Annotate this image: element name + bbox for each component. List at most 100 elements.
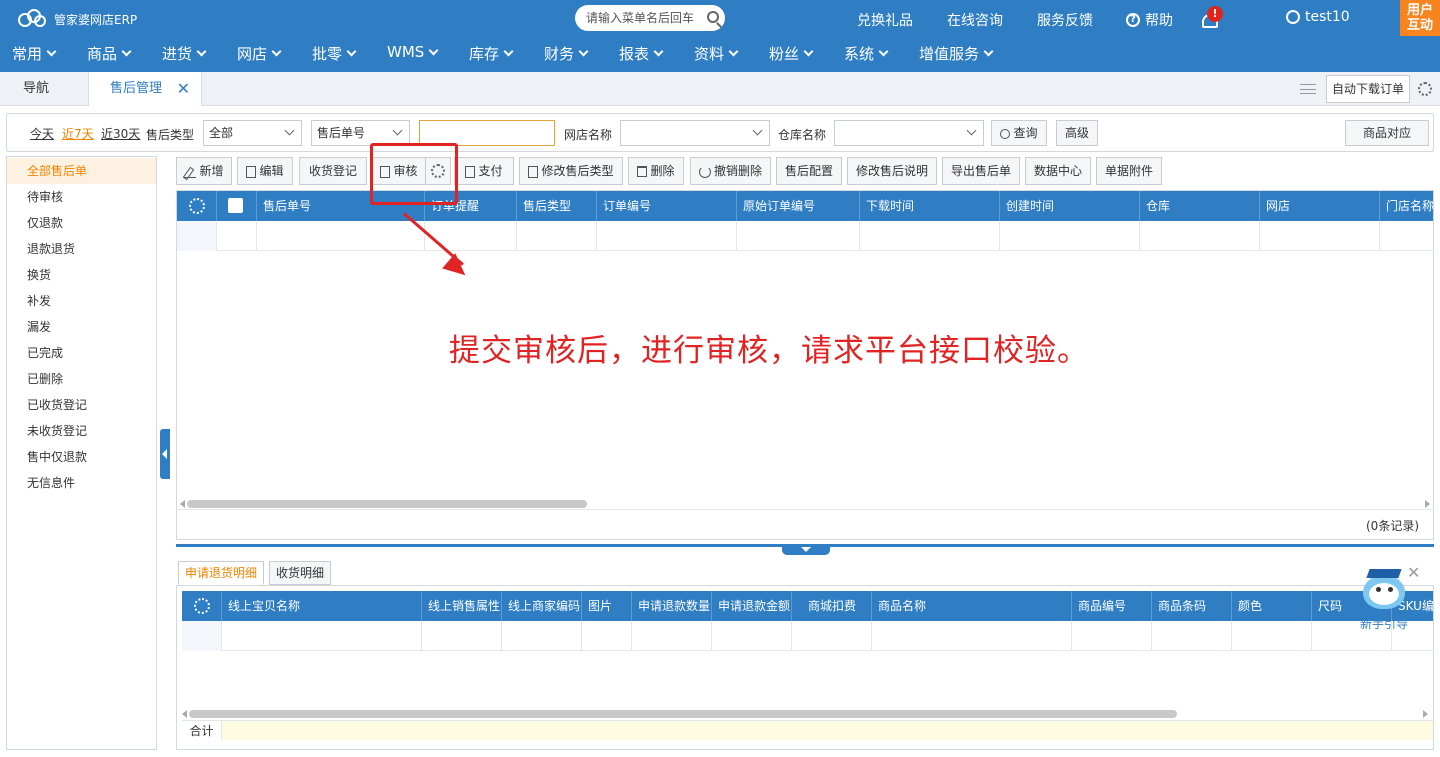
scroll-left-icon[interactable] xyxy=(182,710,187,718)
col-order-no[interactable]: 订单编号 xyxy=(597,191,737,221)
menu-finance[interactable]: 财务 xyxy=(544,43,589,64)
auto-download-button[interactable]: 自动下载订单 xyxy=(1326,75,1410,103)
top-link-feedback[interactable]: 服务反馈 xyxy=(1037,10,1093,30)
col-created-time[interactable]: 创建时间 xyxy=(1000,191,1140,221)
col-online-sale-attr[interactable]: 线上销售属性 xyxy=(422,591,502,621)
product-match-button[interactable]: 商品对应 xyxy=(1345,120,1429,146)
attachments-button[interactable]: 单据附件 xyxy=(1096,157,1162,185)
change-type-button[interactable]: 修改售后类型 xyxy=(519,157,623,185)
grid-header: 售后单号 订单提醒 售后类型 订单编号 原始订单编号 下载时间 创建时间 仓库 … xyxy=(177,191,1433,221)
menu-inventory[interactable]: 库存 xyxy=(469,43,514,64)
col-refund-amount[interactable]: 申请退款金额 xyxy=(712,591,792,621)
left-nav-resend[interactable]: 补发 xyxy=(7,288,156,314)
menu-label: 财务 xyxy=(544,45,575,63)
col-refund-qty[interactable]: 申请退款数量 xyxy=(632,591,712,621)
left-nav-completed[interactable]: 已完成 xyxy=(7,340,156,366)
username[interactable]: test10 xyxy=(1305,9,1350,25)
col-mall-fee[interactable]: 商城扣费 xyxy=(792,591,872,621)
undo-delete-button[interactable]: 撤销删除 xyxy=(690,157,771,185)
list-icon[interactable] xyxy=(1300,84,1316,94)
tab-after-sales[interactable]: 售后管理 ✕ xyxy=(88,72,202,106)
left-nav-refund-only[interactable]: 仅退款 xyxy=(7,210,156,236)
config-button[interactable]: 售后配置 xyxy=(776,157,842,185)
menu-data[interactable]: 资料 xyxy=(694,43,739,64)
col-barcode[interactable]: 商品条码 xyxy=(1152,591,1232,621)
shop-select[interactable] xyxy=(620,120,770,146)
filter-last30[interactable]: 近30天 xyxy=(101,125,140,142)
top-link-gift[interactable]: 兑换礼品 xyxy=(857,10,913,30)
col-original-order-no[interactable]: 原始订单编号 xyxy=(737,191,860,221)
col-shop[interactable]: 网店 xyxy=(1260,191,1380,221)
filter-today[interactable]: 今天 xyxy=(30,125,54,142)
change-desc-button[interactable]: 修改售后说明 xyxy=(847,157,937,185)
detail-settings[interactable] xyxy=(182,591,222,621)
close-icon[interactable]: ✕ xyxy=(177,72,190,106)
menu-common[interactable]: 常用 xyxy=(12,43,57,64)
menu-search-input[interactable]: 请输入菜单名后回车 xyxy=(575,5,725,31)
col-after-sale-type[interactable]: 售后类型 xyxy=(517,191,597,221)
advanced-button[interactable]: 高级 xyxy=(1056,120,1098,146)
splitter-toggle[interactable] xyxy=(782,544,830,555)
menu-system[interactable]: 系统 xyxy=(844,43,889,64)
select-all-checkbox[interactable] xyxy=(217,191,257,221)
delete-button[interactable]: 删除 xyxy=(628,157,684,185)
left-nav-received[interactable]: 已收货登记 xyxy=(7,392,156,418)
data-center-button[interactable]: 数据中心 xyxy=(1025,157,1091,185)
left-nav-all[interactable]: 全部售后单 xyxy=(7,158,156,184)
chevron-down-icon xyxy=(346,46,357,57)
type-select[interactable]: 全部 xyxy=(203,120,302,146)
collapse-handle[interactable] xyxy=(160,429,170,479)
tab-return-details[interactable]: 申请退货明细 xyxy=(178,561,265,585)
col-online-merchant-code[interactable]: 线上商家编码 xyxy=(502,591,582,621)
menu-wms[interactable]: WMS xyxy=(387,43,439,61)
detail-horizontal-scrollbar[interactable] xyxy=(189,710,1177,718)
filter-last7[interactable]: 近7天 xyxy=(62,125,94,142)
notification-bell[interactable]: ! xyxy=(1200,6,1223,30)
gear-icon[interactable] xyxy=(1418,82,1432,96)
col-color[interactable]: 颜色 xyxy=(1232,591,1312,621)
col-store-name[interactable]: 门店名称 xyxy=(1380,191,1433,221)
top-link-help[interactable]: ? 帮助 xyxy=(1126,10,1173,30)
menu-wholesale[interactable]: 批零 xyxy=(312,43,357,64)
left-nav-in-sale-refund[interactable]: 售中仅退款 xyxy=(7,444,156,470)
warehouse-select[interactable] xyxy=(834,120,984,146)
add-button[interactable]: 新增 xyxy=(176,157,232,185)
grid-settings[interactable] xyxy=(177,191,217,221)
mascot-eye xyxy=(1376,587,1381,592)
col-product-name[interactable]: 商品名称 xyxy=(872,591,1072,621)
top-link-consult[interactable]: 在线咨询 xyxy=(947,10,1003,30)
menu-products[interactable]: 商品 xyxy=(87,43,132,64)
query-button[interactable]: 查询 xyxy=(991,120,1047,146)
col-download-time[interactable]: 下载时间 xyxy=(860,191,1000,221)
scroll-right-icon[interactable] xyxy=(1423,710,1428,718)
edit-button[interactable]: 编辑 xyxy=(237,157,293,185)
left-nav-no-info[interactable]: 无信息件 xyxy=(7,470,156,496)
left-nav-refund-return[interactable]: 退款退货 xyxy=(7,236,156,262)
menu-value-added[interactable]: 增值服务 xyxy=(919,43,994,64)
scroll-left-icon[interactable] xyxy=(180,500,185,508)
tab-navigation[interactable]: 导航 xyxy=(0,72,86,106)
left-nav-deleted[interactable]: 已删除 xyxy=(7,366,156,392)
menu-reports[interactable]: 报表 xyxy=(619,43,664,64)
horizontal-scrollbar[interactable] xyxy=(187,500,587,508)
left-nav-pending[interactable]: 待审核 xyxy=(7,184,156,210)
menu-online-shop[interactable]: 网店 xyxy=(237,43,282,64)
left-nav-not-received[interactable]: 未收货登记 xyxy=(7,418,156,444)
search-icon[interactable] xyxy=(707,11,719,23)
left-nav-missed[interactable]: 漏发 xyxy=(7,314,156,340)
export-button[interactable]: 导出售后单 xyxy=(942,157,1020,185)
user-interaction-button[interactable]: 用户 互动 xyxy=(1400,0,1440,36)
col-product-no[interactable]: 商品编号 xyxy=(1072,591,1152,621)
receive-button[interactable]: 收货登记 xyxy=(299,157,367,185)
col-online-item-name[interactable]: 线上宝贝名称 xyxy=(222,591,422,621)
menu-purchase[interactable]: 进货 xyxy=(162,43,207,64)
col-image[interactable]: 图片 xyxy=(582,591,632,621)
tab-receipt-details[interactable]: 收货明细 xyxy=(269,561,332,585)
close-icon[interactable]: ✕ xyxy=(1407,563,1420,582)
scroll-right-icon[interactable] xyxy=(1425,500,1430,508)
col-warehouse[interactable]: 仓库 xyxy=(1140,191,1260,221)
app-logo[interactable]: 管家婆网店ERP xyxy=(18,8,137,30)
pay-button[interactable]: 支付 xyxy=(454,157,514,185)
left-nav-exchange[interactable]: 换货 xyxy=(7,262,156,288)
menu-fans[interactable]: 粉丝 xyxy=(769,43,814,64)
